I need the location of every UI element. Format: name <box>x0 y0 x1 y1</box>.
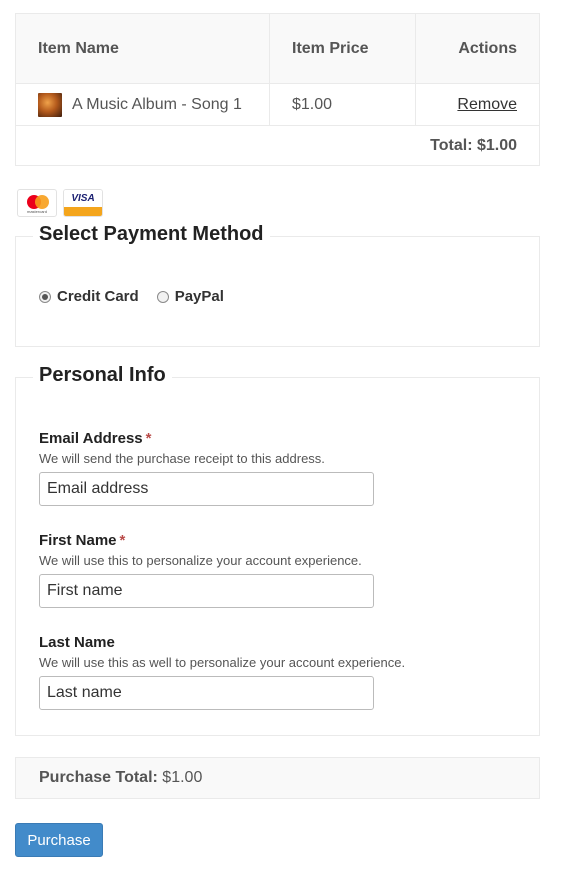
payment-options: Credit Card PayPal <box>39 288 242 305</box>
credit-card-radio[interactable] <box>39 290 51 303</box>
paypal-label: PayPal <box>174 288 224 305</box>
first-name-label: First Name * <box>39 532 126 549</box>
last-name-field-group: Last Name We will use this as well to pe… <box>39 634 519 710</box>
visa-icon: VISA <box>63 189 103 217</box>
first-name-description: We will use this to personalize your acc… <box>39 553 362 568</box>
cart-item-actions-cell: Remove <box>415 83 540 126</box>
cart-item-name: A Music Album - Song 1 <box>72 95 242 113</box>
last-name-field[interactable] <box>39 676 374 710</box>
cart-total-row: Total: $1.00 <box>15 125 540 166</box>
album-cover-thumbnail <box>38 92 62 117</box>
payment-method-section: Select Payment Method Credit Card PayPal <box>15 223 540 347</box>
cart-table: Item Name Item Price Actions A Music Alb… <box>15 13 540 166</box>
email-field-group: Email Address * We will send the purchase… <box>39 430 519 506</box>
cart-item-row: A Music Album - Song 1 $1.00 Remove <box>15 83 540 126</box>
last-name-label: Last Name <box>39 634 115 651</box>
accepted-cards: mastercard VISA <box>17 189 103 217</box>
purchase-total-label: Purchase Total: <box>39 769 158 786</box>
cart-item-name-cell: A Music Album - Song 1 <box>15 83 270 126</box>
email-field[interactable] <box>39 472 374 506</box>
purchase-total: Purchase Total: $1.00 <box>15 757 540 799</box>
personal-info-section: Personal Info Email Address * We will sen… <box>15 364 540 736</box>
remove-item-link[interactable]: Remove <box>457 96 517 113</box>
payment-method-legend: Select Payment Method <box>33 223 270 246</box>
credit-card-label: Credit Card <box>57 288 139 305</box>
purchase-button[interactable]: Purchase <box>15 823 103 857</box>
cart-item-price: $1.00 <box>269 83 416 126</box>
last-name-description: We will use this as well to personalize … <box>39 655 406 670</box>
mastercard-icon: mastercard <box>17 189 57 217</box>
email-description: We will send the purchase receipt to thi… <box>39 451 325 466</box>
header-item-price: Item Price <box>269 13 416 84</box>
payment-option-paypal[interactable]: PayPal <box>156 288 224 305</box>
required-marker: * <box>145 430 152 447</box>
mastercard-text: mastercard <box>26 209 47 214</box>
required-marker: * <box>119 532 126 549</box>
cart-total: Total: $1.00 <box>15 125 540 166</box>
personal-info-legend: Personal Info <box>33 364 172 387</box>
purchase-total-value: $1.00 <box>162 769 203 786</box>
cart-header-row: Item Name Item Price Actions <box>15 13 540 84</box>
email-label: Email Address * <box>39 430 152 447</box>
first-name-field-group: First Name * We will use this to personal… <box>39 532 519 608</box>
paypal-radio[interactable] <box>156 290 169 303</box>
visa-text: VISA <box>71 193 95 204</box>
header-item-name: Item Name <box>15 13 270 84</box>
header-actions: Actions <box>415 13 540 84</box>
first-name-field[interactable] <box>39 574 374 608</box>
payment-option-credit-card[interactable]: Credit Card <box>39 288 139 305</box>
